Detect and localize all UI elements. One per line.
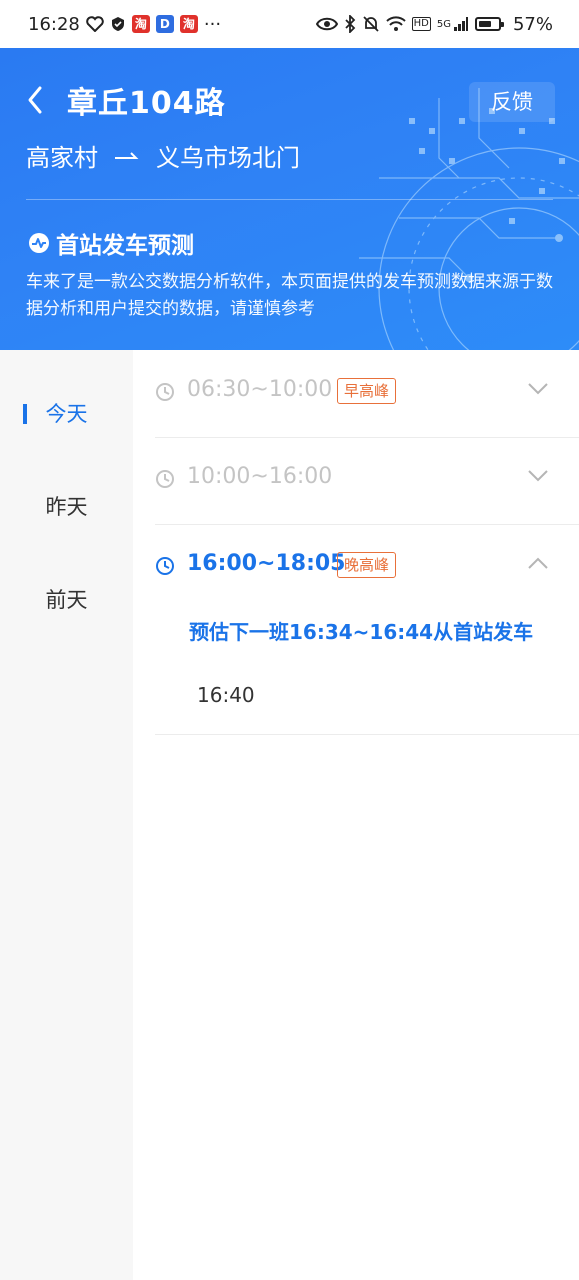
- mute-bell-icon: [362, 15, 380, 33]
- day-sidebar: 今天 昨天 前天: [0, 350, 133, 1280]
- chevron-down-icon: [528, 383, 548, 395]
- tab-yesterday-label: 昨天: [45, 495, 88, 519]
- clock-icon: [156, 470, 174, 488]
- tab-yesterday[interactable]: 昨天: [0, 487, 133, 527]
- prediction-description: 车来了是一款公交数据分析软件，本页面提供的发车预测数据来源于数据分析和用户提交的…: [26, 272, 553, 319]
- feedback-button[interactable]: 反馈: [469, 82, 555, 122]
- slot-divider: [155, 734, 579, 735]
- status-time: 16:28: [28, 13, 80, 35]
- peak-tag: 晚高峰: [337, 552, 397, 578]
- slot-time: 10:00~16:00: [187, 464, 333, 489]
- slot-time: 16:00~18:05: [187, 551, 346, 576]
- heart-pulse-icon: [86, 16, 104, 32]
- tab-day-before-yesterday[interactable]: 前天: [0, 580, 133, 620]
- slot-morning-peak[interactable]: 06:30~10:00 早高峰: [155, 350, 579, 438]
- tab-day-before-label: 前天: [45, 588, 88, 612]
- hd-badge: HD: [411, 17, 431, 31]
- route-stops: 高家村 义乌市场北门: [26, 138, 300, 173]
- clock-icon: [156, 557, 174, 575]
- tab-today[interactable]: 今天: [0, 394, 133, 434]
- active-tab-indicator: [23, 404, 27, 424]
- taobao-app-icon: 淘: [131, 15, 150, 33]
- battery-level: 57%: [512, 13, 553, 35]
- chevron-left-icon: [28, 86, 42, 114]
- route-title: 章丘104路: [67, 86, 226, 121]
- network-generation: 5G: [436, 18, 451, 30]
- battery-icon: [474, 17, 504, 31]
- bluetooth-icon: [344, 15, 356, 33]
- slot-list: 06:30~10:00 早高峰 10:00~16:00 16:00~18:05 …: [133, 350, 579, 1280]
- peak-tag: 早高峰: [337, 378, 397, 404]
- pulse-icon: [29, 233, 49, 253]
- more-notifications-icon: ···: [203, 13, 222, 35]
- tab-today-label: 今天: [45, 402, 88, 426]
- slot-time: 06:30~10:00: [187, 377, 333, 402]
- route-header: 章丘104路 反馈 高家村 义乌市场北门 首站发车预测 车来了是一款公交数据分析…: [0, 48, 579, 350]
- eye-icon: [315, 17, 338, 31]
- origin-stop: 高家村: [26, 144, 98, 172]
- slot-evening-peak[interactable]: 16:00~18:05 晚高峰: [155, 524, 579, 611]
- signal-icon: [453, 16, 469, 32]
- prediction-heading: 首站发车预测: [28, 226, 194, 260]
- arrow-right-icon: [115, 151, 139, 159]
- back-button[interactable]: [22, 82, 50, 118]
- d-app-icon: D: [155, 15, 174, 33]
- chevron-down-icon: [528, 470, 548, 482]
- taobao-app-icon-2: 淘: [179, 15, 198, 33]
- chevron-up-icon: [528, 557, 548, 569]
- wifi-icon: [385, 16, 406, 32]
- slot-midday[interactable]: 10:00~16:00: [155, 437, 579, 525]
- departure-time: 16:40: [197, 683, 255, 707]
- header-divider: [26, 199, 553, 200]
- destination-stop: 义乌市场北门: [156, 144, 300, 172]
- clock-icon: [156, 383, 174, 401]
- prediction-title: 首站发车预测: [56, 233, 194, 259]
- next-bus-estimate: 预估下一班16:34~16:44从首站发车: [189, 620, 534, 644]
- shield-check-icon: [110, 16, 126, 32]
- status-bar: 16:28 淘 D 淘 ··· HD 5G 57%: [0, 0, 579, 48]
